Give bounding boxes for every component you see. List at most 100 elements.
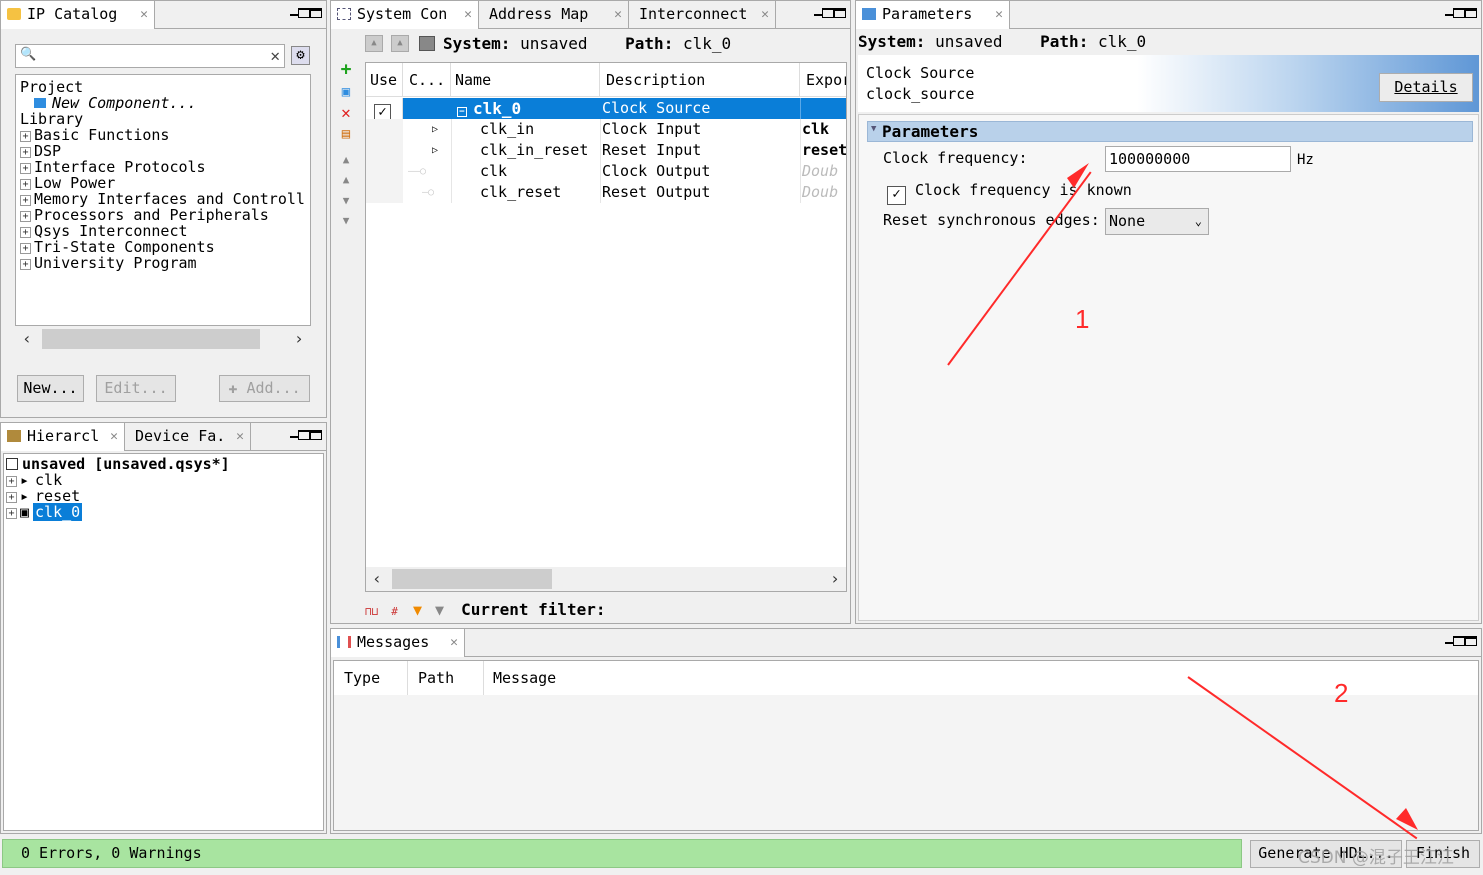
- expand-icon[interactable]: +: [20, 147, 31, 158]
- expand-icon[interactable]: +: [20, 163, 31, 174]
- tree-node-library-item[interactable]: + Low Power: [20, 175, 310, 191]
- minimize-icon[interactable]: [290, 432, 298, 438]
- column-header-message[interactable]: Message: [484, 661, 784, 695]
- tree-node-library-item[interactable]: + DSP: [20, 143, 310, 159]
- parameters-section-header[interactable]: ▼ Parameters: [867, 121, 1473, 142]
- table-hscrollbar[interactable]: ‹ ›: [366, 567, 846, 591]
- maximize-icon[interactable]: [834, 8, 846, 18]
- add-connection-icon[interactable]: +: [339, 61, 353, 79]
- hierarchy-root[interactable]: unsaved [unsaved.qsys*]: [6, 456, 323, 472]
- tree-node-project[interactable]: Project: [20, 79, 310, 95]
- nav-up-icon[interactable]: ▲: [365, 35, 383, 52]
- hierarchy-item-reset[interactable]: + ▸ reset: [6, 488, 323, 504]
- hierarchy-item-clk[interactable]: + ▸ clk: [6, 472, 323, 488]
- column-header-description[interactable]: Description: [600, 63, 800, 97]
- expand-icon[interactable]: +: [6, 492, 17, 503]
- expand-icon[interactable]: +: [20, 195, 31, 206]
- minimize-icon[interactable]: [290, 10, 298, 16]
- tree-node-new-component[interactable]: New Component...: [20, 95, 310, 111]
- table-row[interactable]: ▷ clk_in Clock Input clk: [366, 119, 846, 140]
- export-cell[interactable]: [800, 98, 846, 119]
- move-top-icon[interactable]: ▲: [339, 153, 353, 167]
- name-cell[interactable]: clk_in_reset: [480, 140, 600, 161]
- close-icon[interactable]: ✕: [464, 1, 472, 28]
- remove-icon[interactable]: ✕: [339, 105, 353, 121]
- maximize-icon[interactable]: [1465, 8, 1477, 18]
- settings-gear-icon[interactable]: ⚙: [291, 46, 310, 65]
- tab-messages[interactable]: Messages ✕: [331, 629, 465, 657]
- name-cell[interactable]: − clk_0: [451, 98, 600, 119]
- close-icon[interactable]: ✕: [140, 1, 148, 28]
- search-input[interactable]: 🔍 ✕: [15, 44, 285, 68]
- close-icon[interactable]: ✕: [761, 1, 769, 28]
- move-bottom-icon[interactable]: ▼: [339, 214, 353, 228]
- close-icon[interactable]: ✕: [614, 1, 622, 28]
- restore-icon[interactable]: [1453, 8, 1465, 18]
- tab-parameters[interactable]: Parameters ✕: [856, 1, 1010, 29]
- restore-icon[interactable]: [1453, 636, 1465, 646]
- column-header-connections[interactable]: C...: [403, 63, 451, 97]
- name-cell[interactable]: clk: [480, 161, 600, 182]
- reset-filter-icon[interactable]: #: [391, 605, 398, 618]
- tab-ip-catalog[interactable]: IP Catalog ✕: [1, 1, 155, 29]
- clock-known-row[interactable]: ✓ Clock frequency is known: [887, 181, 1132, 205]
- scroll-right-icon[interactable]: ›: [824, 567, 846, 591]
- scroll-left-icon[interactable]: ‹: [16, 327, 38, 351]
- column-header-use[interactable]: Use: [366, 63, 403, 97]
- scroll-right-icon[interactable]: ›: [288, 327, 310, 351]
- export-cell[interactable]: Doub: [802, 161, 846, 182]
- edit-button[interactable]: Edit...: [96, 375, 176, 402]
- scroll-thumb[interactable]: [42, 329, 260, 349]
- tab-system-contents[interactable]: System Con ✕: [331, 1, 479, 29]
- edit-component-icon[interactable]: ▤: [339, 127, 353, 141]
- tree-node-library-item[interactable]: + Tri-State Components: [20, 239, 310, 255]
- filter-icon[interactable]: ▼: [413, 601, 422, 619]
- move-down-icon[interactable]: ▼: [339, 194, 353, 208]
- tab-hierarchy[interactable]: Hierarcl ✕: [1, 423, 125, 451]
- minimize-icon[interactable]: [1445, 10, 1453, 16]
- expand-icon[interactable]: +: [6, 476, 17, 487]
- column-header-export[interactable]: Expor: [800, 63, 846, 97]
- move-up-icon[interactable]: ▲: [339, 173, 353, 187]
- hierarchy-item-clk-0[interactable]: + ▣ clk_0: [6, 503, 323, 521]
- tree-node-library[interactable]: Library: [20, 111, 310, 127]
- clear-filter-icon[interactable]: ▼: [435, 601, 444, 619]
- column-header-path[interactable]: Path: [408, 661, 484, 695]
- tree-node-library-item[interactable]: + Basic Functions: [20, 127, 310, 143]
- use-cell[interactable]: ✓: [366, 98, 403, 119]
- clock-filter-icon[interactable]: ⊓⊔: [365, 605, 378, 618]
- export-cell[interactable]: Doub: [802, 182, 846, 203]
- maximize-icon[interactable]: [1465, 636, 1477, 646]
- maximize-icon[interactable]: [310, 8, 322, 18]
- close-icon[interactable]: ✕: [236, 423, 244, 450]
- nav-top-icon[interactable]: ▲: [391, 35, 409, 52]
- add-button[interactable]: ✚ Add...: [219, 375, 310, 402]
- tree-node-library-item[interactable]: + University Program: [20, 255, 310, 271]
- new-button[interactable]: New...: [17, 375, 84, 402]
- minimize-icon[interactable]: [814, 10, 822, 16]
- connection-port-icon[interactable]: ▷: [432, 140, 448, 161]
- tree-node-library-item[interactable]: + Interface Protocols: [20, 159, 310, 175]
- expand-icon[interactable]: +: [20, 131, 31, 142]
- tab-interconnect[interactable]: Interconnect ✕: [629, 1, 776, 29]
- name-cell[interactable]: clk_in: [480, 119, 600, 140]
- restore-icon[interactable]: [298, 8, 310, 18]
- column-header-type[interactable]: Type: [334, 661, 408, 695]
- column-header-name[interactable]: Name: [451, 63, 600, 97]
- table-row[interactable]: —○ clk_reset Reset Output Doub: [366, 182, 846, 203]
- export-cell[interactable]: reset: [802, 140, 846, 161]
- scroll-thumb[interactable]: [392, 569, 552, 589]
- clock-known-checkbox[interactable]: ✓: [887, 186, 906, 205]
- tab-device-family[interactable]: Device Fa. ✕: [125, 423, 251, 451]
- clear-search-icon[interactable]: ✕: [270, 46, 280, 65]
- expand-icon[interactable]: +: [20, 259, 31, 270]
- tree-node-library-item[interactable]: + Qsys Interconnect: [20, 223, 310, 239]
- use-checkbox[interactable]: ✓: [374, 104, 391, 119]
- section-collapse-icon[interactable]: ▼: [871, 120, 876, 139]
- name-cell[interactable]: clk_reset: [480, 182, 600, 203]
- table-row[interactable]: ▷ clk_in_reset Reset Input reset: [366, 140, 846, 161]
- minimize-icon[interactable]: [1445, 638, 1453, 644]
- ip-catalog-hscrollbar[interactable]: ‹ ›: [16, 327, 310, 351]
- tab-address-map[interactable]: Address Map ✕: [479, 1, 629, 29]
- table-row[interactable]: ✓ − clk_0 Clock Source: [366, 98, 846, 119]
